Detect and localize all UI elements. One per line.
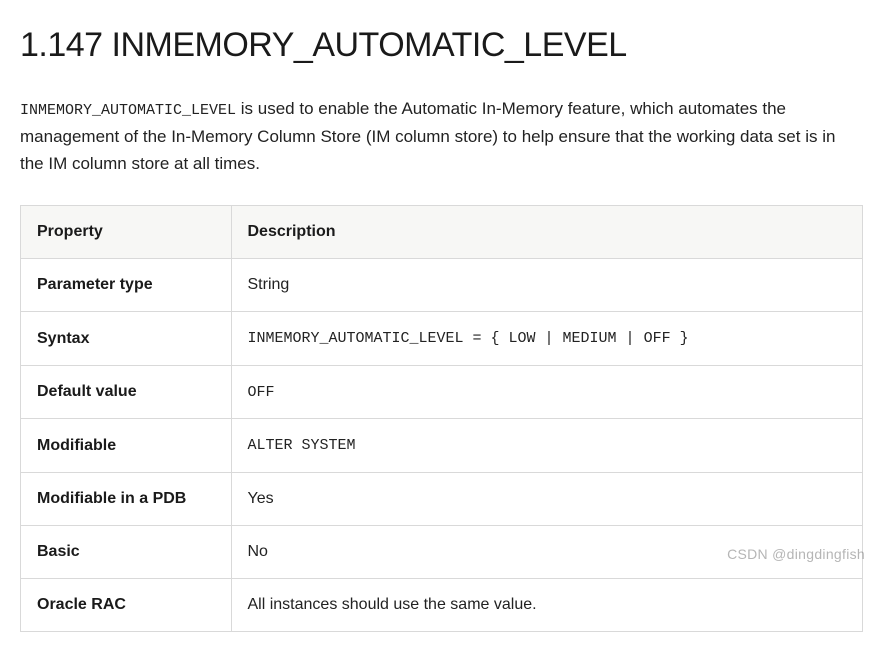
table-row: Default value OFF: [21, 365, 863, 419]
cell-property: Syntax: [21, 312, 232, 366]
cell-property: Oracle RAC: [21, 578, 232, 631]
cell-value: INMEMORY_AUTOMATIC_LEVEL = { LOW | MEDIU…: [231, 312, 863, 366]
cell-value: ALTER SYSTEM: [231, 419, 863, 473]
table-row: Basic No: [21, 525, 863, 578]
property-table: Property Description Parameter type Stri…: [20, 205, 863, 632]
cell-value: Yes: [231, 472, 863, 525]
cell-value: All instances should use the same value.: [231, 578, 863, 631]
table-header-row: Property Description: [21, 206, 863, 259]
intro-code: INMEMORY_AUTOMATIC_LEVEL: [20, 102, 236, 119]
page-heading: 1.147 INMEMORY_AUTOMATIC_LEVEL: [20, 20, 863, 71]
table-row: Modifiable in a PDB Yes: [21, 472, 863, 525]
table-row: Syntax INMEMORY_AUTOMATIC_LEVEL = { LOW …: [21, 312, 863, 366]
cell-property: Modifiable: [21, 419, 232, 473]
cell-property: Modifiable in a PDB: [21, 472, 232, 525]
table-row: Modifiable ALTER SYSTEM: [21, 419, 863, 473]
cell-property: Parameter type: [21, 259, 232, 312]
cell-value: No: [231, 525, 863, 578]
cell-value: OFF: [231, 365, 863, 419]
col-header-description: Description: [231, 206, 863, 259]
cell-value: String: [231, 259, 863, 312]
table-row: Parameter type String: [21, 259, 863, 312]
table-row: Oracle RAC All instances should use the …: [21, 578, 863, 631]
col-header-property: Property: [21, 206, 232, 259]
intro-paragraph: INMEMORY_AUTOMATIC_LEVEL is used to enab…: [20, 95, 863, 177]
cell-property: Default value: [21, 365, 232, 419]
cell-property: Basic: [21, 525, 232, 578]
